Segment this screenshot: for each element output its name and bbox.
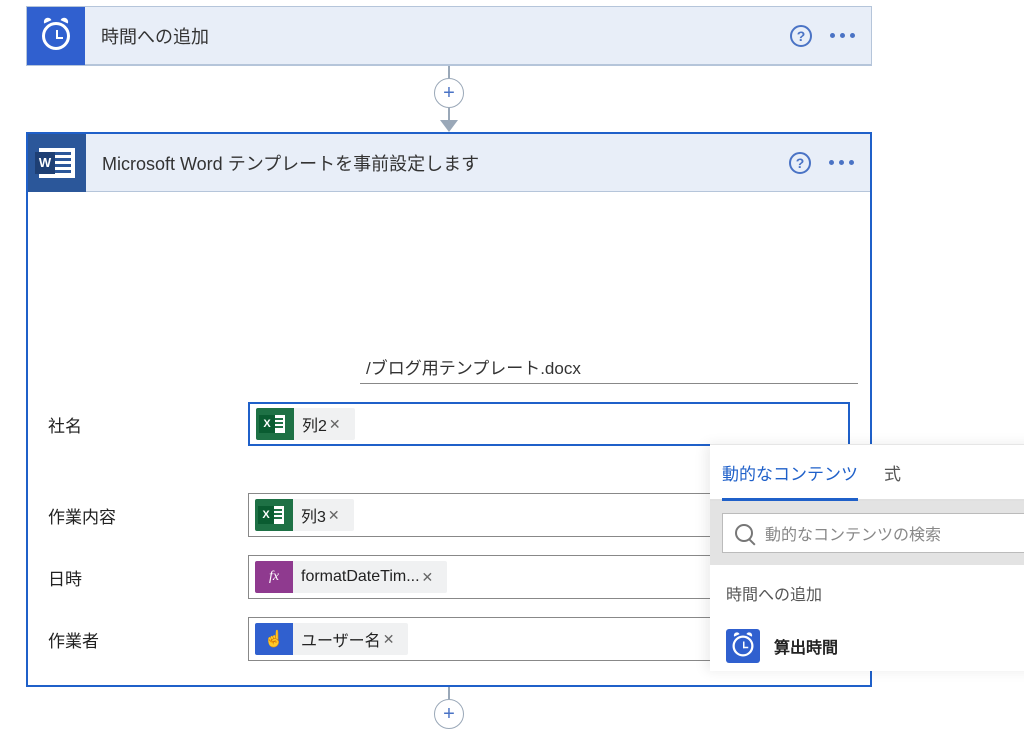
connector: + (26, 687, 872, 729)
token-text: ユーザー名 (301, 627, 381, 651)
search-input[interactable]: 動的なコンテンツの検索 (722, 513, 1024, 553)
token-remove-icon[interactable]: ✕ (420, 569, 440, 586)
clock-icon (27, 7, 85, 65)
tab-dynamic-content[interactable]: 動的なコンテンツ (722, 446, 858, 499)
card-header[interactable]: Microsoft Word テンプレートを事前設定します ? (28, 134, 870, 192)
dynamic-content-item-calculated-time[interactable]: 算出時間 (710, 621, 1024, 671)
clock-icon (726, 629, 760, 663)
card-title: 時間への追加 (101, 23, 790, 49)
more-menu-icon[interactable] (829, 160, 854, 165)
excel-icon (255, 499, 293, 531)
action-card-add-to-time[interactable]: 時間への追加 ? (26, 6, 872, 66)
token-text: 列2 (302, 412, 327, 436)
dynamic-content-popup: 動的なコンテンツ 式 動的なコンテンツの検索 時間への追加 算出時間 (710, 444, 1024, 671)
field-label: 社名 (48, 412, 248, 437)
field-input-company[interactable]: 列2 ✕ (248, 402, 850, 446)
token-excel-col2[interactable]: 列2 ✕ (256, 408, 355, 440)
fx-icon: fx (255, 561, 293, 593)
token-text: 列3 (301, 503, 326, 527)
field-label: 日時 (48, 565, 248, 590)
token-remove-icon[interactable]: ✕ (381, 631, 401, 648)
search-placeholder: 動的なコンテンツの検索 (765, 521, 941, 545)
token-excel-col3[interactable]: 列3 ✕ (255, 499, 354, 531)
token-remove-icon[interactable]: ✕ (327, 416, 347, 433)
help-icon[interactable]: ? (790, 25, 812, 47)
connector: + (26, 66, 872, 132)
token-remove-icon[interactable]: ✕ (326, 507, 346, 524)
more-menu-icon[interactable] (830, 33, 855, 38)
token-expression-formatdatetime[interactable]: fx formatDateTim... ✕ (255, 561, 447, 593)
item-label: 算出時間 (774, 634, 838, 658)
user-icon: ☝ (255, 623, 293, 655)
field-row-company: 社名 列2 ✕ (48, 398, 850, 450)
excel-icon (256, 408, 294, 440)
popup-section-title: 時間への追加 (710, 565, 1024, 621)
tab-expression[interactable]: 式 (884, 446, 901, 499)
field-label: 作業内容 (48, 503, 248, 528)
arrow-down-icon (440, 120, 458, 132)
add-step-button[interactable]: + (434, 699, 464, 729)
card-title: Microsoft Word テンプレートを事前設定します (102, 150, 789, 176)
search-icon (735, 524, 753, 542)
card-header[interactable]: 時間への追加 ? (27, 7, 871, 65)
help-icon[interactable]: ? (789, 152, 811, 174)
add-step-button[interactable]: + (434, 78, 464, 108)
token-username[interactable]: ☝ ユーザー名 ✕ (255, 623, 408, 655)
template-file-path[interactable]: /ブログ用テンプレート.docx (360, 350, 858, 384)
token-text: formatDateTim... (301, 568, 420, 586)
field-label: 作業者 (48, 627, 248, 652)
word-icon (28, 134, 86, 192)
